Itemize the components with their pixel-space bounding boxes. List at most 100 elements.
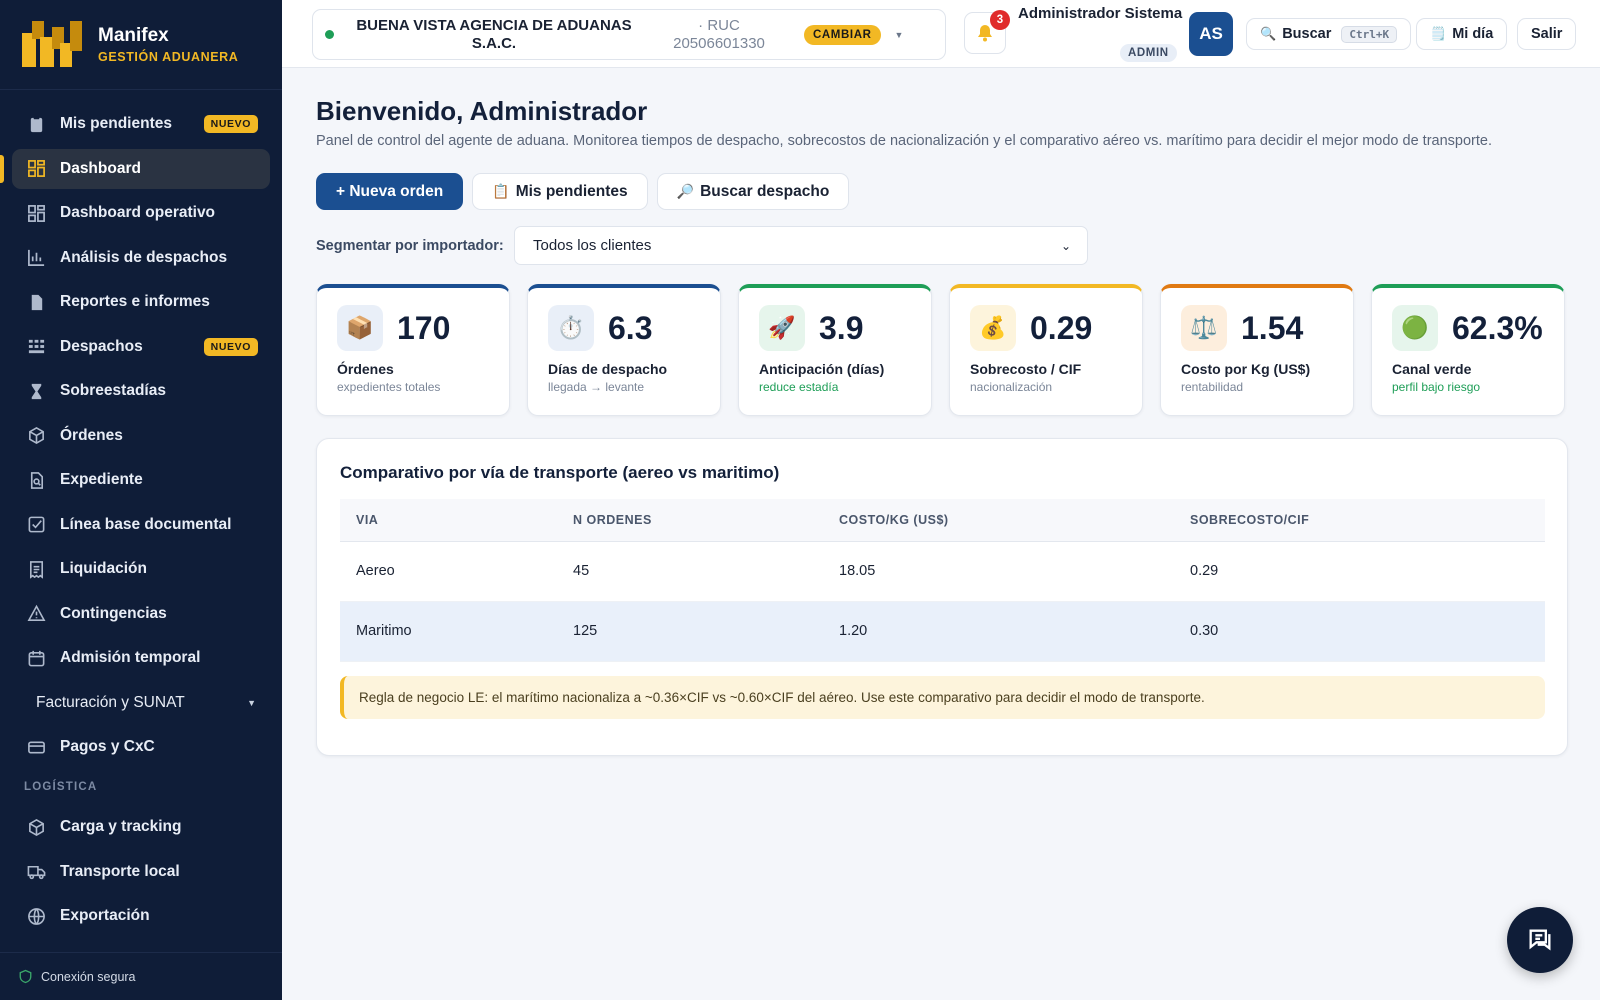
sidebar-item-label: Facturación y SUNAT [36, 693, 185, 711]
transport-comparison-card: Comparativo por vía de transporte (aereo… [316, 438, 1568, 756]
sidebar-item-dashboard[interactable]: Dashboard [0, 148, 270, 189]
kpi-card-anticipacion[interactable]: 🚀 3.9 Anticipación (días) reduce estadía [738, 284, 932, 416]
table-row[interactable]: Maritimo 125 1.20 0.30 [340, 601, 1545, 662]
user-info[interactable]: Administrador Sistema ADMIN [1018, 4, 1188, 64]
kpi-hint: rentabilidad [1181, 380, 1244, 394]
table-header-row: VIA N ORDENES COSTO/KG (US$) SOBRECOSTO/… [340, 499, 1545, 542]
shield-icon [19, 969, 32, 984]
sidebar-item-label: Contingencias [60, 604, 167, 622]
brand-subtitle: GESTIÓN ADUANERA [98, 50, 239, 64]
rocket-icon: 🚀 [759, 305, 805, 351]
kpi-card-dias-despacho[interactable]: ⏱️ 6.3 Días de despacho llegada → levante [527, 284, 721, 416]
sidebar-item-ordenes[interactable]: Órdenes [12, 416, 270, 456]
card-title: Comparativo por vía de transporte (aereo… [340, 463, 780, 482]
sidebar-item-dashboard-operativo[interactable]: Dashboard operativo [12, 193, 270, 233]
kpi-value: 0.29 [1030, 309, 1093, 346]
note-icon: 🗒️ [1430, 26, 1447, 41]
sidebar-item-label: Órdenes [60, 426, 123, 444]
sidebar-item-reportes[interactable]: Reportes e informes [12, 282, 270, 322]
table-cell: 0.30 [1174, 601, 1545, 662]
sidebar-item-exportacion[interactable]: Exportación [12, 896, 270, 936]
avatar[interactable]: AS [1189, 12, 1233, 56]
search-button[interactable]: 🔍 Buscar Ctrl+K [1246, 18, 1412, 50]
sidebar-item-label: Liquidación [60, 560, 147, 577]
sidebar-item-label: Mis pendientes [60, 115, 172, 132]
chat-button[interactable] [1507, 907, 1573, 973]
table-cell: 1.20 [823, 601, 1174, 662]
sidebar-item-transporte-local[interactable]: Transporte local [12, 852, 270, 892]
my-pending-button[interactable]: 📋 Mis pendientes [472, 173, 648, 210]
sidebar-item-label: Expediente [60, 471, 143, 488]
kpi-card-ordenes[interactable]: 📦 170 Órdenes expedientes totales [316, 284, 510, 416]
cube-icon [26, 817, 46, 837]
sidebar-item-admision-temporal[interactable]: Admisión temporal [12, 638, 270, 678]
sidebar-item-analisis-despachos[interactable]: Análisis de despachos [12, 238, 270, 278]
sidebar-item-sobreestadias[interactable]: Sobreestadías [12, 371, 270, 411]
chevron-down-icon: ⌄ [1060, 238, 1071, 253]
sidebar-item-liquidacion[interactable]: Liquidación [12, 549, 270, 589]
transport-comparison-table: VIA N ORDENES COSTO/KG (US$) SOBRECOSTO/… [340, 499, 1545, 662]
sidebar-item-mis-pendientes[interactable]: Mis pendientes NUEVO [12, 104, 270, 144]
kpi-label: Órdenes [337, 361, 394, 377]
business-rule-note: Regla de negocio LE: el marítimo naciona… [340, 675, 1545, 719]
table-cell: Aereo [340, 541, 557, 602]
sidebar-item-expediente[interactable]: Expediente [12, 460, 270, 500]
main-content: Bienvenido, Administrador Panel de contr… [316, 68, 1568, 756]
document-icon [26, 292, 46, 312]
kpi-value: 1.54 [1241, 309, 1304, 346]
file-search-icon [26, 470, 46, 490]
table-row[interactable]: Aereo 45 18.05 0.29 [340, 541, 1545, 602]
kpi-value: 6.3 [608, 309, 653, 346]
brand[interactable]: Manifex GESTIÓN ADUANERA [0, 0, 282, 90]
my-day-button[interactable]: 🗒️ Mi día [1416, 18, 1508, 50]
clipboard-icon: 📋 [492, 183, 510, 199]
kpi-card-costo-kg[interactable]: ⚖️ 1.54 Costo por Kg (US$) rentabilidad [1160, 284, 1354, 416]
sidebar-item-despachos[interactable]: Despachos NUEVO [12, 327, 270, 367]
user-role-badge: ADMIN [1120, 44, 1177, 62]
kpi-hint: llegada → levante [548, 380, 645, 394]
importer-filter-label: Segmentar por importador: [316, 237, 504, 254]
user-name: Administrador Sistema [1018, 5, 1183, 22]
logout-button[interactable]: Salir [1517, 18, 1577, 50]
sidebar-item-contingencias[interactable]: Contingencias [12, 594, 270, 634]
change-client-button[interactable]: CAMBIAR [804, 24, 881, 45]
search-dispatch-label: Buscar despacho [700, 182, 830, 200]
kpi-row: 📦 170 Órdenes expedientes totales ⏱️ 6.3 D… [316, 284, 1568, 416]
table-cell: 45 [557, 541, 823, 602]
search-icon: 🔍 [1260, 26, 1277, 41]
sidebar-item-label: Admisión temporal [60, 649, 201, 666]
notifications-button[interactable]: 3 [964, 10, 1010, 54]
action-bar: + Nueva orden 📋 Mis pendientes 🔎 Buscar … [316, 173, 1568, 210]
secure-connection: Conexión segura [0, 952, 282, 1000]
page-subtitle: Panel de control del agente de aduana. M… [316, 133, 1492, 149]
importer-select[interactable]: Todos los clientes ⌄ [514, 226, 1088, 265]
my-day-label: Mi día [1452, 26, 1494, 42]
sidebar-item-linea-base[interactable]: Línea base documental [12, 505, 270, 545]
topbar: BUENA VISTA AGENCIA DE ADUANAS S.A.C. · … [282, 0, 1600, 68]
kpi-label: Canal verde [1392, 361, 1472, 377]
sidebar-item-carga-tracking[interactable]: Carga y tracking [12, 807, 270, 847]
sidebar-nav: Mis pendientes NUEVO Dashboard Dashboard… [0, 90, 282, 936]
truck-icon [26, 862, 46, 882]
new-order-button[interactable]: + Nueva orden [316, 173, 464, 210]
cube-icon [26, 426, 46, 446]
kpi-value: 3.9 [819, 309, 864, 346]
globe-icon [26, 906, 46, 926]
sidebar-item-label: Reportes e informes [60, 293, 210, 310]
sidebar-submenu-facturacion[interactable]: Facturación y SUNAT ▼ [12, 683, 270, 723]
kpi-label: Costo por Kg (US$) [1181, 361, 1311, 377]
secure-connection-label: Conexión segura [41, 969, 136, 984]
kpi-card-canal-verde[interactable]: 🟢 62.3% Canal verde perfil bajo riesgo [1371, 284, 1565, 416]
sidebar-item-label: Carga y tracking [60, 818, 182, 835]
new-badge: NUEVO [203, 337, 258, 356]
search-dispatch-button[interactable]: 🔎 Buscar despacho [656, 173, 850, 210]
kpi-label: Sobrecosto / CIF [970, 361, 1082, 377]
table-cell: 0.29 [1174, 541, 1545, 602]
client-selector[interactable]: BUENA VISTA AGENCIA DE ADUANAS S.A.C. · … [312, 9, 946, 60]
notification-count-badge: 3 [990, 10, 1010, 30]
grid-icon [26, 159, 46, 179]
sidebar-item-label: Despachos [60, 337, 143, 355]
new-badge: NUEVO [203, 115, 258, 133]
sidebar-item-pagos[interactable]: Pagos y CxC [12, 727, 270, 767]
kpi-card-sobrecosto[interactable]: 💰 0.29 Sobrecosto / CIF nacionalización [949, 284, 1143, 416]
